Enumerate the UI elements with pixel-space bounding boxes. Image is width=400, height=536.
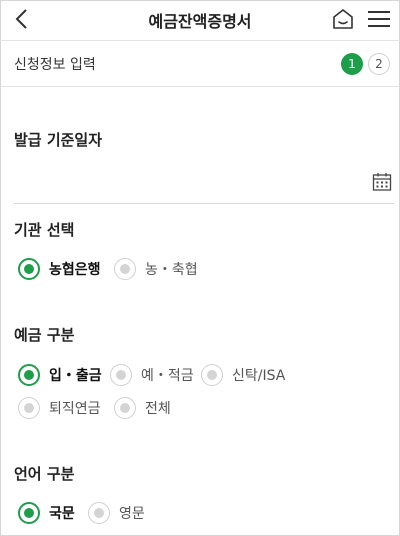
radio-selected-icon xyxy=(18,364,40,386)
radio-unselected-icon xyxy=(110,364,132,386)
institution-option-label: 농협은행 xyxy=(49,262,101,278)
deposit-type-title: 예금 구분 xyxy=(14,326,75,344)
app-header: 예금잔액증명서 xyxy=(0,0,400,38)
issue-date-title: 발급 기준일자 xyxy=(14,131,103,149)
radio-unselected-icon xyxy=(88,502,110,524)
radio-unselected-icon xyxy=(114,258,136,280)
home-icon xyxy=(333,9,353,29)
deposit-option-label: 예・적금 xyxy=(141,368,194,384)
deposit-option-all[interactable]: 전체 xyxy=(114,397,171,419)
deposit-option-label: 입・출금 xyxy=(49,368,102,384)
deposit-option-label: 신탁/ISA xyxy=(232,368,286,384)
language-option-english[interactable]: 영문 xyxy=(88,502,145,524)
institution-title: 기관 선택 xyxy=(14,221,75,239)
institution-option-nh-bank[interactable]: 농협은행 xyxy=(18,258,101,280)
hamburger-menu-icon xyxy=(368,11,390,27)
step-1-indicator: 1 xyxy=(341,53,363,75)
step-divider xyxy=(0,86,400,87)
institution-option-nh-coop[interactable]: 농・축협 xyxy=(114,258,198,280)
radio-unselected-icon xyxy=(114,397,136,419)
menu-button[interactable] xyxy=(366,7,392,31)
language-title: 언어 구분 xyxy=(14,465,75,483)
deposit-option-label: 전체 xyxy=(145,401,171,417)
deposit-option-pension[interactable]: 퇴직연금 xyxy=(18,397,101,419)
home-button[interactable] xyxy=(330,6,356,32)
deposit-option-checking[interactable]: 입・출금 xyxy=(18,364,102,386)
header-divider xyxy=(0,40,400,41)
step-label: 신청정보 입력 xyxy=(14,57,96,73)
radio-unselected-icon xyxy=(201,364,223,386)
institution-option-label: 농・축협 xyxy=(145,262,198,278)
language-option-label: 국문 xyxy=(49,506,75,522)
deposit-option-label: 퇴직연금 xyxy=(49,401,101,417)
deposit-option-savings[interactable]: 예・적금 xyxy=(110,364,194,386)
calendar-icon xyxy=(372,173,392,191)
calendar-button[interactable] xyxy=(372,172,392,192)
issue-date-field[interactable] xyxy=(14,165,394,204)
radio-selected-icon xyxy=(18,258,40,280)
deposit-option-trust-isa[interactable]: 신탁/ISA xyxy=(201,364,285,386)
radio-unselected-icon xyxy=(18,397,40,419)
radio-selected-icon xyxy=(18,502,40,524)
step-2-indicator: 2 xyxy=(368,53,390,75)
language-option-korean[interactable]: 국문 xyxy=(18,502,75,524)
language-option-label: 영문 xyxy=(119,506,145,522)
